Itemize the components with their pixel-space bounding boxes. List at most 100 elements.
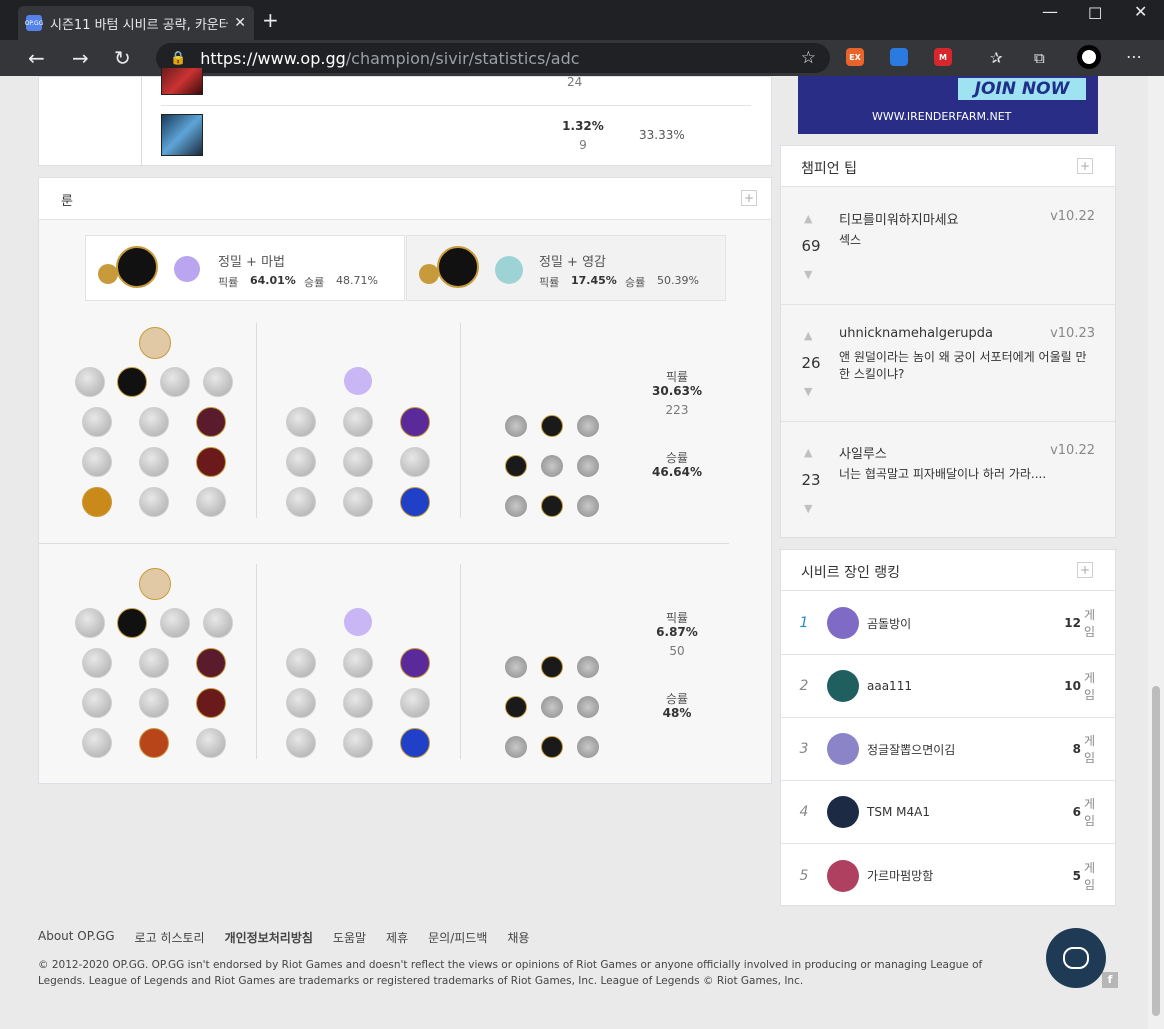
- health-shard-icon: [505, 736, 527, 758]
- chat-support-button[interactable]: [1046, 928, 1106, 988]
- new-tab-icon[interactable]: +: [262, 8, 279, 32]
- extension-m-icon[interactable]: M: [934, 48, 952, 66]
- absolute-focus-icon: [400, 688, 430, 718]
- forward-icon[interactable]: →: [72, 46, 89, 70]
- ranking-row[interactable]: 5 가르마펌망함 5 게임: [781, 844, 1115, 907]
- conqueror-icon: [203, 608, 233, 638]
- last-stand-icon: [196, 487, 226, 517]
- ability-haste-shard-icon: [577, 415, 599, 437]
- footer-link-logo-history[interactable]: 로고 히스토리: [135, 929, 205, 946]
- page-pick-label: 픽률: [665, 370, 689, 384]
- ranking-row[interactable]: 1 곰돌방이 12 게임: [781, 592, 1115, 655]
- ranking-games: 8: [1072, 742, 1081, 756]
- url-path: /champion/sivir/statistics/adc: [345, 48, 580, 68]
- triumph-icon: [139, 407, 169, 437]
- footer-link-partnership[interactable]: 제휴: [386, 929, 408, 946]
- transcendence-icon: [286, 688, 316, 718]
- scorch-icon: [286, 728, 316, 758]
- tips-expand-button[interactable]: +: [1077, 158, 1093, 174]
- close-tab-icon[interactable]: ✕: [234, 15, 246, 31]
- facebook-icon[interactable]: f: [1102, 972, 1118, 988]
- page-count: 50: [669, 644, 685, 658]
- coup-de-grace-icon: [82, 728, 112, 758]
- scrollbar-thumb[interactable]: [1152, 686, 1160, 1016]
- back-icon[interactable]: ←: [28, 46, 45, 70]
- tip-item: ▲ 26 ▼ uhnicknamehalgerupda v10.23 앤 원덜이…: [781, 305, 1115, 422]
- avatar: [827, 607, 859, 639]
- rune-page: 픽률 30.63% 223 승률 46.64%: [39, 318, 771, 543]
- refresh-icon[interactable]: ↻: [114, 46, 131, 70]
- legend-tenacity-icon: [139, 447, 169, 477]
- runes-expand-button[interactable]: +: [741, 190, 757, 206]
- page-scrollbar[interactable]: [1148, 76, 1164, 1029]
- downvote-icon[interactable]: ▼: [804, 385, 812, 398]
- rune-summary-tab[interactable]: 정밀 + 영감 픽률 17.45% 승률 50.39%: [406, 235, 726, 301]
- tip-item: ▲ 69 ▼ 티모를미워하지마세요 v10.22 섹스: [781, 188, 1115, 305]
- presence-of-mind-icon: [196, 648, 226, 678]
- page-win: 46.64%: [652, 465, 702, 479]
- fleet-footwork-icon: [160, 608, 190, 638]
- extension-blue-icon[interactable]: [890, 48, 908, 66]
- minimize-icon[interactable]: —: [1042, 2, 1058, 21]
- item-boots-icon: [161, 67, 203, 95]
- footer-link-jobs[interactable]: 채용: [507, 929, 529, 946]
- maximize-icon[interactable]: ☐: [1088, 4, 1102, 23]
- adaptive-force-shard-icon: [505, 415, 527, 437]
- ranking-rank: 4: [799, 804, 809, 820]
- footer-link-privacy[interactable]: 개인정보처리방침: [225, 929, 313, 946]
- favorite-star-icon[interactable]: ☆: [801, 48, 816, 68]
- window-close-icon[interactable]: ✕: [1134, 2, 1147, 21]
- upvote-icon[interactable]: ▲: [804, 446, 812, 459]
- url-bar[interactable]: 🔒 https://www.op.gg/champion/sivir/stati…: [156, 43, 830, 73]
- tips-title: 챔피언 팁: [801, 161, 857, 177]
- rune-page: 픽률 6.87% 50 승률 48%: [39, 559, 771, 784]
- item-row1-count: 24: [567, 75, 583, 89]
- browser-tab[interactable]: OP.GG 시즌11 바텀 시비르 공략, 카운터 ✕: [18, 6, 254, 40]
- summary-win: 50.39%: [657, 274, 699, 287]
- ranking-expand-button[interactable]: +: [1077, 562, 1093, 578]
- ranking-row[interactable]: 3 정글잘뽑으면이김 8 게임: [781, 718, 1115, 781]
- press-the-attack-icon: [75, 608, 105, 638]
- manaflow-band-icon: [343, 407, 373, 437]
- legend-bloodline-icon: [196, 688, 226, 718]
- footer-link-feedback[interactable]: 문의/피드백: [428, 929, 487, 946]
- lethal-tempo-icon: [98, 264, 118, 284]
- last-stand-icon: [196, 728, 226, 758]
- tip-version: v10.23: [1050, 326, 1095, 341]
- ranking-row[interactable]: 2 aaa111 10 게임: [781, 655, 1115, 718]
- runes-panel: 룬 + 정밀 + 마법 픽률 64.01% 승률 48.71% 정밀 + 영감 …: [38, 177, 772, 784]
- downvote-icon[interactable]: ▼: [804, 502, 812, 515]
- more-menu-icon[interactable]: ⋯: [1126, 47, 1142, 66]
- downvote-icon[interactable]: ▼: [804, 268, 812, 281]
- footer-link-help[interactable]: 도움말: [333, 929, 366, 946]
- press-the-attack-icon: [75, 367, 105, 397]
- presence-of-mind-icon: [196, 407, 226, 437]
- collections-icon[interactable]: ⧉: [1034, 49, 1045, 67]
- absolute-focus-icon: [400, 447, 430, 477]
- item-row2-win: 33.33%: [639, 128, 685, 142]
- summary-pick: 64.01%: [250, 274, 296, 287]
- favorites-icon[interactable]: ✰: [990, 49, 1003, 67]
- magic-resist-shard-icon: [577, 495, 599, 517]
- legend-bloodline-icon: [196, 447, 226, 477]
- extension-ex-icon[interactable]: EX: [846, 48, 864, 66]
- overheal-icon: [82, 407, 112, 437]
- tip-text: 섹스: [839, 233, 862, 247]
- rune-summary-tab[interactable]: 정밀 + 마법 픽률 64.01% 승률 48.71%: [85, 235, 405, 301]
- upvote-icon[interactable]: ▲: [804, 212, 812, 225]
- upvote-icon[interactable]: ▲: [804, 329, 812, 342]
- ranking-games: 6: [1072, 805, 1081, 819]
- nimbus-cloak-icon: [400, 648, 430, 678]
- sorcery-header-icon: [344, 367, 372, 395]
- ability-haste-shard-icon: [577, 656, 599, 678]
- ad-banner[interactable]: JOIN NOW WWW.IRENDERFARM.NET: [798, 76, 1098, 134]
- scorch-icon: [286, 487, 316, 517]
- page-win: 48%: [662, 706, 692, 720]
- profile-avatar[interactable]: [1077, 45, 1101, 69]
- nullifying-orb-icon: [286, 648, 316, 678]
- armor-shard-icon: [541, 455, 563, 477]
- tip-author: 사일루스: [839, 447, 887, 462]
- footer-link-about[interactable]: About OP.GG: [38, 929, 115, 946]
- ranking-row[interactable]: 4 TSM M4A1 6 게임: [781, 781, 1115, 844]
- lethal-tempo-icon: [117, 367, 147, 397]
